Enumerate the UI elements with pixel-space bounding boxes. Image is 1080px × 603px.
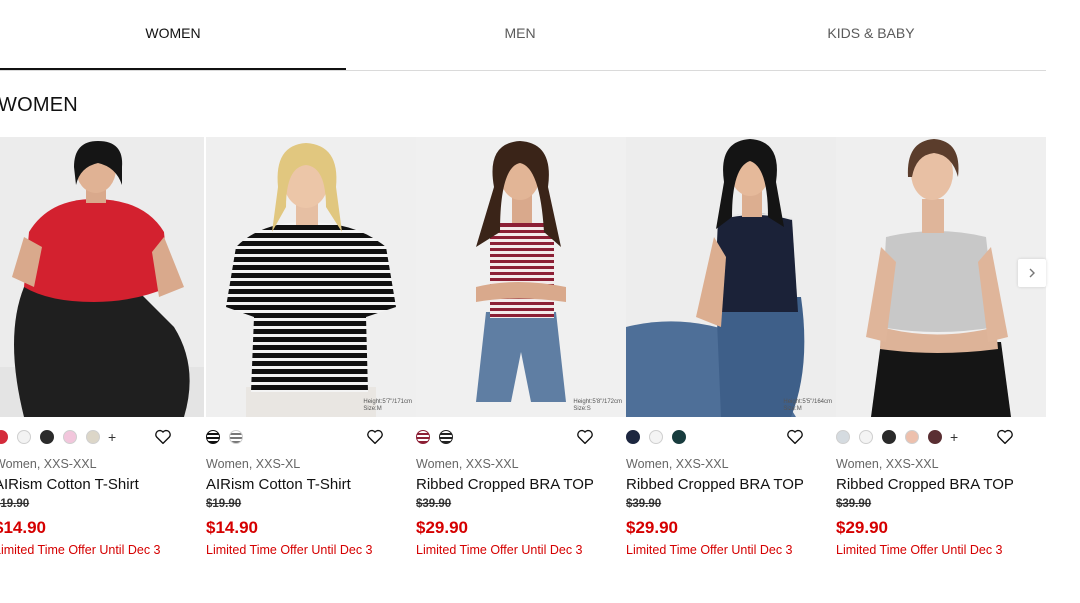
product-name[interactable]: Ribbed Cropped BRA TOP — [836, 476, 1014, 493]
product-meta: Women, XXS-XXL — [836, 457, 939, 471]
product-image[interactable]: Height:5'7"/171cm Size:M — [206, 137, 416, 417]
model-photo-grey-bra-top — [836, 137, 1046, 417]
color-swatch-light-grey[interactable] — [836, 430, 850, 444]
color-swatch-red[interactable] — [0, 430, 8, 444]
product-name[interactable]: Ribbed Cropped BRA TOP — [416, 476, 594, 493]
product-card: + Women, XXS-XXL AIRism Cotton T-Shirt $… — [0, 137, 204, 567]
color-swatches — [626, 429, 695, 445]
color-swatch-white[interactable] — [859, 430, 873, 444]
color-swatch-black-stripe[interactable] — [206, 430, 220, 444]
sale-price: $29.90 — [836, 518, 888, 537]
color-swatches: + — [0, 429, 116, 445]
product-meta: Women, XXS-XXL — [416, 457, 519, 471]
color-swatch-beige[interactable] — [86, 430, 100, 444]
color-swatches — [206, 429, 252, 445]
model-photo-navy-bra-top — [626, 137, 836, 417]
original-price: $39.90 — [626, 498, 662, 510]
original-price: $19.90 — [0, 498, 30, 510]
carousel-next-button[interactable] — [1018, 259, 1046, 287]
product-card: Height:5'8"/172cm Size:S Women, XXS-XXL … — [416, 137, 626, 567]
heart-icon[interactable] — [366, 428, 384, 446]
product-name[interactable]: AIRism Cotton T-Shirt — [206, 476, 351, 493]
more-colors-button[interactable]: + — [108, 429, 116, 445]
original-price: $39.90 — [416, 498, 452, 510]
color-swatch-dark-green[interactable] — [672, 430, 686, 444]
color-swatch-burgundy[interactable] — [928, 430, 942, 444]
product-image[interactable] — [836, 137, 1046, 417]
model-photo-striped-bra-top — [416, 137, 626, 417]
product-name[interactable]: AIRism Cotton T-Shirt — [0, 476, 139, 493]
category-tabs: WOMEN MEN KIDS & BABY — [0, 0, 1046, 71]
heart-icon[interactable] — [576, 428, 594, 446]
color-swatch-red-stripe[interactable] — [416, 430, 430, 444]
color-swatch-black[interactable] — [40, 430, 54, 444]
offer-text: Limited Time Offer Until Dec 3 — [0, 543, 161, 557]
section-title: WOMEN — [0, 94, 78, 116]
product-card: Height:5'7"/171cm Size:M Women, XXS-XL A… — [206, 137, 416, 567]
product-name[interactable]: Ribbed Cropped BRA TOP — [626, 476, 804, 493]
color-swatches: + — [836, 429, 958, 445]
model-info: Height:5'8"/172cm Size:S — [573, 399, 622, 412]
color-swatch-black-stripe[interactable] — [439, 430, 453, 444]
sale-price: $29.90 — [626, 518, 678, 537]
model-photo-red-tshirt — [0, 137, 204, 417]
product-image[interactable]: Height:5'5"/164cm Size:M — [626, 137, 836, 417]
product-card: Height:5'5"/164cm Size:M Women, XXS-XXL … — [626, 137, 836, 567]
tab-kids-baby[interactable]: KIDS & BABY — [698, 0, 1044, 70]
offer-text: Limited Time Offer Until Dec 3 — [206, 543, 373, 557]
original-price: $19.90 — [206, 498, 242, 510]
model-photo-striped-tshirt — [206, 137, 416, 417]
heart-icon[interactable] — [996, 428, 1014, 446]
tab-women[interactable]: WOMEN — [0, 0, 346, 70]
more-colors-button[interactable]: + — [950, 429, 958, 445]
product-image[interactable]: Height:5'8"/172cm Size:S — [416, 137, 626, 417]
model-info: Height:5'5"/164cm Size:M — [783, 399, 832, 412]
color-swatches — [416, 429, 462, 445]
offer-text: Limited Time Offer Until Dec 3 — [836, 543, 1003, 557]
product-meta: Women, XXS-XXL — [626, 457, 729, 471]
heart-icon[interactable] — [786, 428, 804, 446]
model-info: Height:5'7"/171cm Size:M — [363, 399, 412, 412]
color-swatch-navy[interactable] — [626, 430, 640, 444]
offer-text: Limited Time Offer Until Dec 3 — [416, 543, 583, 557]
product-meta: Women, XXS-XL — [206, 457, 301, 471]
offer-text: Limited Time Offer Until Dec 3 — [626, 543, 793, 557]
chevron-right-icon — [1029, 268, 1035, 278]
color-swatch-pink[interactable] — [63, 430, 77, 444]
product-meta: Women, XXS-XXL — [0, 457, 97, 471]
color-swatch-white[interactable] — [649, 430, 663, 444]
sale-price: $14.90 — [206, 518, 258, 537]
color-swatch-grey-stripe[interactable] — [229, 430, 243, 444]
product-card: + Women, XXS-XXL Ribbed Cropped BRA TOP … — [836, 137, 1046, 567]
product-carousel: + Women, XXS-XXL AIRism Cotton T-Shirt $… — [0, 137, 1046, 567]
sale-price: $29.90 — [416, 518, 468, 537]
color-swatch-peach[interactable] — [905, 430, 919, 444]
color-swatch-white[interactable] — [17, 430, 31, 444]
tab-men[interactable]: MEN — [347, 0, 693, 70]
product-image[interactable] — [0, 137, 204, 417]
original-price: $39.90 — [836, 498, 872, 510]
sale-price: $14.90 — [0, 518, 46, 537]
color-swatch-black[interactable] — [882, 430, 896, 444]
heart-icon[interactable] — [154, 428, 172, 446]
